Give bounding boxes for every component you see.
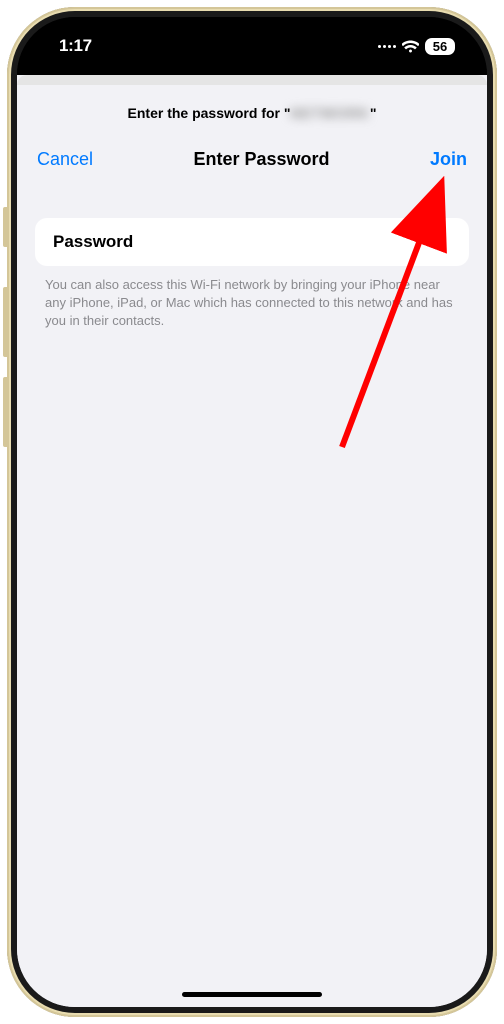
content-area: Enter the password for "NETWORK" Cancel … — [17, 75, 487, 1007]
screen: 1:17 56 Enter the password for "NETWORK" — [17, 17, 487, 1007]
dynamic-island — [187, 35, 317, 73]
battery-badge: 56 — [425, 38, 455, 55]
nav-bar: Cancel Enter Password Join — [17, 149, 487, 170]
join-button[interactable]: Join — [430, 149, 467, 170]
network-name-blurred: NETWORK — [291, 105, 370, 121]
status-indicators: 56 — [378, 38, 455, 55]
modal-backdrop — [17, 75, 487, 85]
prompt-text: Enter the password for "NETWORK" — [17, 105, 487, 121]
modal-title: Enter Password — [193, 149, 329, 170]
password-input[interactable]: Password — [35, 218, 469, 266]
modal-sheet: Enter the password for "NETWORK" Cancel … — [17, 87, 487, 1007]
prompt-prefix: Enter the password for " — [128, 105, 291, 121]
cancel-button[interactable]: Cancel — [37, 149, 93, 170]
phone-frame: 1:17 56 Enter the password for "NETWORK" — [7, 7, 497, 1017]
status-time: 1:17 — [59, 36, 92, 56]
wifi-icon — [402, 40, 419, 53]
signal-icon — [378, 45, 396, 48]
help-text: You can also access this Wi-Fi network b… — [17, 266, 487, 341]
home-indicator[interactable] — [182, 992, 322, 997]
password-label: Password — [53, 232, 451, 252]
prompt-suffix: " — [370, 105, 377, 121]
